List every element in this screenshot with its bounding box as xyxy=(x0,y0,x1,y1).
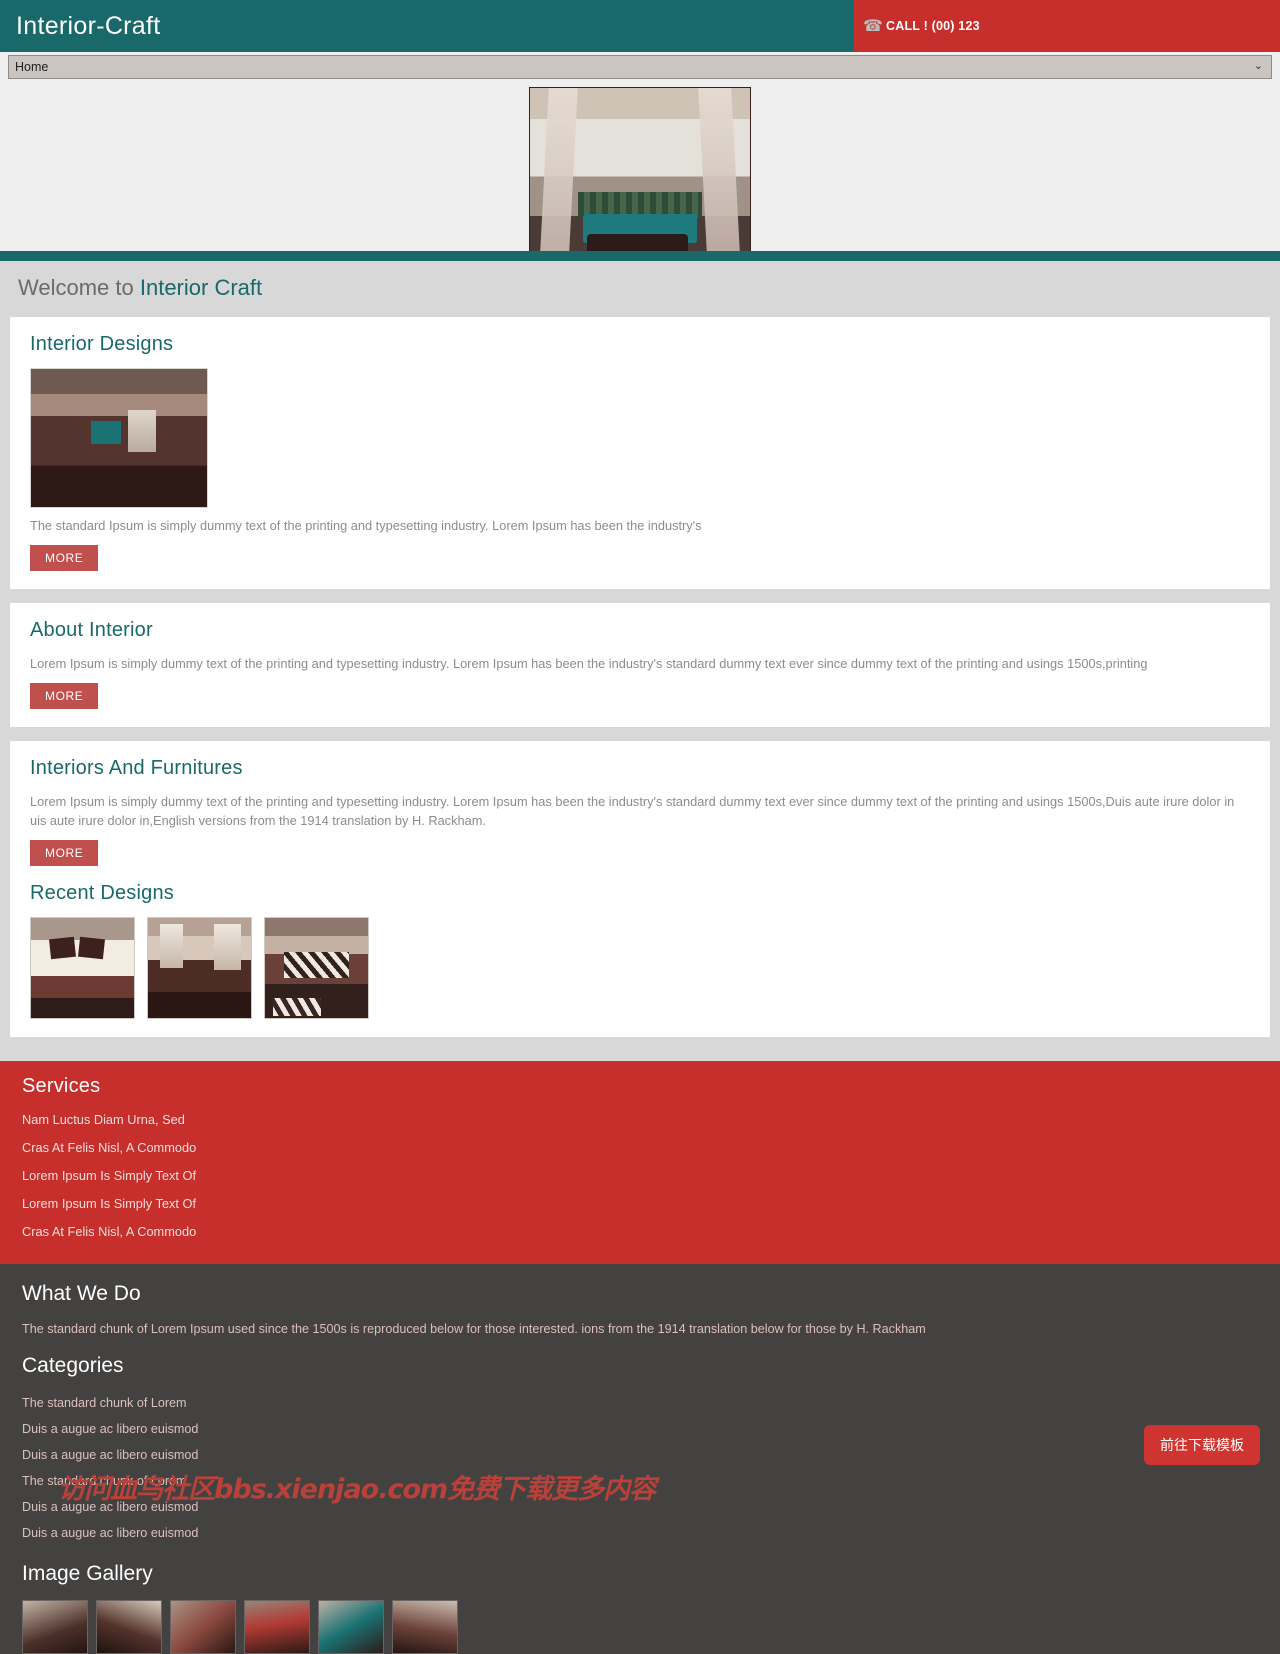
gallery-thumb[interactable] xyxy=(244,1600,310,1654)
service-item[interactable]: Lorem Ipsum Is Simply Text Of xyxy=(22,1190,1280,1218)
nav-bar: Home ⌄ xyxy=(0,52,1280,87)
services-section: Services Nam Luctus Diam Urna, Sed Cras … xyxy=(0,1061,1280,1264)
image-gallery-title: Image Gallery xyxy=(22,1562,153,1585)
teal-divider-stripe xyxy=(0,251,1280,261)
card-title: About Interior xyxy=(30,619,153,641)
site-footer: What We Do The standard chunk of Lorem I… xyxy=(0,1264,1280,1654)
download-button-anchor: 前往下载模板 xyxy=(1144,1425,1260,1465)
categories-title: Categories xyxy=(22,1354,124,1377)
welcome-prefix: Welcome to xyxy=(18,275,140,300)
recent-thumb-striped-sofa[interactable] xyxy=(264,917,369,1019)
hero-banner xyxy=(0,87,1280,251)
category-item[interactable]: Duis a augue ac libero euismod xyxy=(22,1520,1280,1546)
recent-designs-title: Recent Designs xyxy=(30,882,174,904)
interior-designs-image xyxy=(30,368,208,508)
recent-thumb-bedroom[interactable] xyxy=(30,917,135,1019)
what-we-do-title: What We Do xyxy=(22,1282,141,1305)
gallery-thumb[interactable] xyxy=(96,1600,162,1654)
main-content: Welcome to Interior Craft Interior Desig… xyxy=(0,261,1280,1061)
site-header: Interior-Craft ☎ CALL ! (00) 123 xyxy=(0,0,1280,52)
gallery-thumb[interactable] xyxy=(22,1600,88,1654)
card-interiors-and-furnitures: Interiors And Furnitures Lorem Ipsum is … xyxy=(10,741,1270,1037)
hero-banner-image xyxy=(529,87,751,251)
call-number-text: CALL ! (00) 123 xyxy=(886,19,980,33)
welcome-accent: Interior Craft xyxy=(139,275,263,300)
category-item[interactable]: The standard chunk of Lorem xyxy=(22,1390,1280,1416)
nav-page-select[interactable]: Home xyxy=(8,55,1272,79)
card-body: Lorem Ipsum is simply dummy text of the … xyxy=(30,656,1148,671)
gallery-thumb[interactable] xyxy=(318,1600,384,1654)
more-button-interior-designs[interactable]: MORE xyxy=(30,545,99,571)
gallery-thumb[interactable] xyxy=(170,1600,236,1654)
download-template-button[interactable]: 前往下载模板 xyxy=(1144,1425,1260,1465)
more-button-interiors-furnitures[interactable]: MORE xyxy=(30,840,99,866)
card-title: Interiors And Furnitures xyxy=(30,757,243,779)
service-item[interactable]: Lorem Ipsum Is Simply Text Of xyxy=(22,1162,1280,1190)
card-body: The standard Ipsum is simply dummy text … xyxy=(30,518,702,533)
what-we-do-text: The standard chunk of Lorem Ipsum used s… xyxy=(22,1322,926,1336)
category-item[interactable]: The standard chunk of Lorem xyxy=(22,1468,1280,1494)
service-item[interactable]: Cras At Felis Nisl, A Commodo xyxy=(22,1218,1280,1246)
card-body: Lorem Ipsum is simply dummy text of the … xyxy=(30,794,1235,828)
card-interior-designs: Interior Designs The standard Ipsum is s… xyxy=(10,317,1270,589)
more-button-about-interior[interactable]: MORE xyxy=(30,683,99,709)
category-item[interactable]: Duis a augue ac libero euismod xyxy=(22,1494,1280,1520)
phone-icon: ☎ xyxy=(863,17,883,35)
category-item[interactable]: Duis a augue ac libero euismod xyxy=(22,1442,1280,1468)
gallery-thumb[interactable] xyxy=(392,1600,458,1654)
call-banner[interactable]: ☎ CALL ! (00) 123 xyxy=(851,0,1280,52)
page-title: Welcome to Interior Craft xyxy=(10,261,1270,317)
site-logo-text: Interior-Craft xyxy=(16,11,161,40)
recent-designs-gallery xyxy=(30,917,1250,1019)
service-item[interactable]: Cras At Felis Nisl, A Commodo xyxy=(22,1134,1280,1162)
brand-area: Interior-Craft xyxy=(0,0,851,52)
card-about-interior: About Interior Lorem Ipsum is simply dum… xyxy=(10,603,1270,727)
image-gallery xyxy=(22,1600,1280,1654)
nav-select-holder: Home ⌄ xyxy=(8,55,1272,79)
category-item[interactable]: Duis a augue ac libero euismod xyxy=(22,1416,1280,1442)
card-title: Interior Designs xyxy=(30,333,174,355)
recent-thumb-desk-room[interactable] xyxy=(147,917,252,1019)
service-item[interactable]: Nam Luctus Diam Urna, Sed xyxy=(22,1106,1280,1134)
services-title: Services xyxy=(22,1075,101,1097)
